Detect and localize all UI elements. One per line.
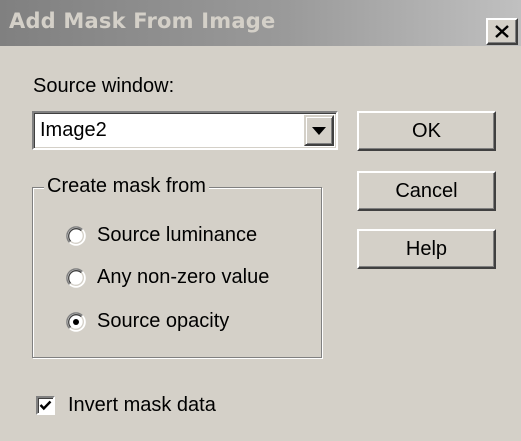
radio-button[interactable] [66,226,86,246]
close-icon [495,25,509,38]
ok-button-label: OK [412,119,441,142]
source-window-label: Source window: [33,75,175,97]
radio-label-source-luminance: Source luminance [97,224,258,246]
title-bar: Add Mask From Image [0,0,521,46]
invert-mask-label: Invert mask data [68,394,216,416]
ok-button[interactable]: OK [357,111,496,151]
invert-mask-checkbox[interactable] [36,396,55,415]
radio-label-source-opacity: Source opacity [97,310,230,332]
help-button-label: Help [405,237,448,260]
radio-dot-icon [73,319,79,325]
dropdown-button[interactable] [304,115,334,146]
cancel-button[interactable]: Cancel [357,171,496,211]
chevron-down-icon [312,126,326,135]
radio-label-any-non-zero: Any non-zero value [97,266,270,288]
radio-button-selected[interactable] [66,312,86,332]
cancel-button-label: Cancel [395,179,458,202]
create-mask-legend: Create mask from [44,175,209,198]
checkmark-icon [39,400,52,411]
window-title: Add Mask From Image [9,9,276,33]
source-window-dropdown[interactable]: Image2 [32,111,338,150]
help-button[interactable]: Help [357,229,496,269]
close-button[interactable] [486,18,518,45]
source-window-value: Image2 [40,119,107,141]
radio-button[interactable] [66,268,86,288]
